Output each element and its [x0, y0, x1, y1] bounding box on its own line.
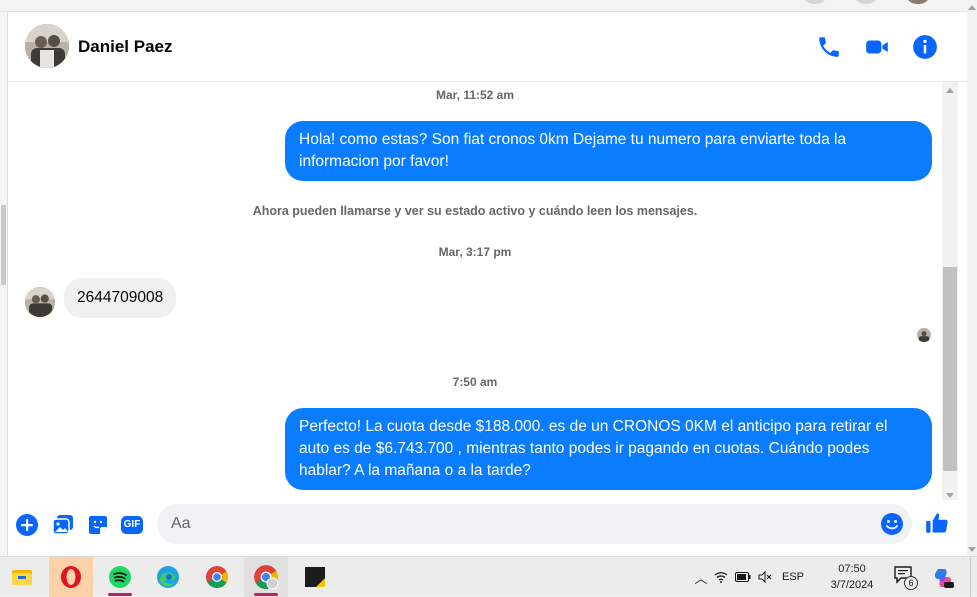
photo-icon[interactable] [51, 513, 75, 537]
sticker-icon[interactable] [86, 513, 110, 537]
top-avatar-3 [905, 0, 931, 4]
contact-avatar-small[interactable] [25, 287, 55, 317]
timestamp: Mar, 3:17 pm [438, 245, 512, 259]
chevron-up-icon[interactable]: ︿ [692, 568, 710, 587]
system-tray: ︿ ESP [692, 557, 810, 597]
wifi-icon[interactable] [710, 571, 732, 583]
message-list[interactable]: Mar, 11:52 am Hola! como estas? Son fiat… [8, 82, 975, 500]
info-icon[interactable] [912, 34, 938, 60]
language-indicator[interactable]: ESP [776, 571, 810, 583]
outgoing-message[interactable]: Perfecto! La cuota desde $188.000. es de… [285, 408, 932, 490]
windows-taskbar: ︿ ESP 07:50 3/7/2024 6 [0, 556, 977, 597]
chat-header: Daniel Paez [8, 12, 975, 82]
add-icon[interactable] [15, 513, 39, 537]
scroll-up-arrow-icon[interactable] [946, 88, 954, 93]
timestamp: 7:50 am [452, 375, 498, 389]
file-explorer-icon[interactable] [0, 557, 44, 597]
notification-count-badge: 6 [904, 576, 918, 590]
message-input[interactable] [171, 504, 861, 544]
scrollbar-thumb[interactable] [943, 267, 957, 471]
outgoing-message[interactable]: Hola! como estas? Son fiat cronos 0km De… [285, 121, 932, 181]
message-input-container[interactable] [157, 504, 912, 544]
right-scrollbar[interactable] [967, 0, 977, 556]
seen-avatar [917, 328, 931, 342]
messenger-window: Daniel Paez Mar, 11:52 am Hola! como est… [0, 0, 977, 556]
spotify-icon[interactable] [98, 557, 142, 597]
chrome-icon[interactable] [195, 557, 239, 597]
battery-icon[interactable] [732, 572, 754, 582]
clock-date: 3/7/2024 [830, 579, 874, 591]
sticky-app-icon[interactable] [293, 557, 337, 597]
clock-time: 07:50 [838, 563, 866, 575]
opera-icon[interactable] [49, 557, 93, 597]
top-avatar-1 [802, 0, 828, 4]
video-camera-icon[interactable] [864, 34, 890, 60]
browser-top-strip [0, 0, 977, 12]
copilot-icon[interactable] [932, 567, 954, 589]
taskbar-clock[interactable]: 07:50 3/7/2024 [816, 561, 888, 593]
system-notice: Ahora pueden llamarse y ver su estado ac… [252, 204, 698, 218]
show-desktop-button[interactable] [970, 557, 977, 597]
top-avatar-2 [853, 0, 879, 4]
gif-label: GIF [123, 519, 141, 530]
message-scrollbar[interactable] [942, 82, 958, 502]
contact-avatar[interactable] [25, 24, 69, 68]
incoming-message[interactable]: 2644709008 [64, 278, 177, 318]
scroll-down-arrow-icon[interactable] [946, 493, 954, 498]
gif-icon[interactable]: GIF [120, 513, 144, 537]
left-scrollbar[interactable] [0, 12, 8, 556]
emoji-icon[interactable] [880, 512, 904, 536]
like-thumb-icon[interactable] [924, 510, 950, 536]
edge-icon[interactable] [146, 557, 190, 597]
timestamp: Mar, 11:52 am [435, 88, 515, 102]
phone-icon[interactable] [816, 34, 842, 60]
composer-bar: GIF [8, 500, 975, 556]
contact-name[interactable]: Daniel Paez [78, 37, 173, 57]
speaker-muted-icon[interactable] [754, 571, 776, 583]
chat-panel: Daniel Paez Mar, 11:52 am Hola! como est… [8, 12, 975, 556]
chrome-profile-icon[interactable] [244, 557, 288, 597]
